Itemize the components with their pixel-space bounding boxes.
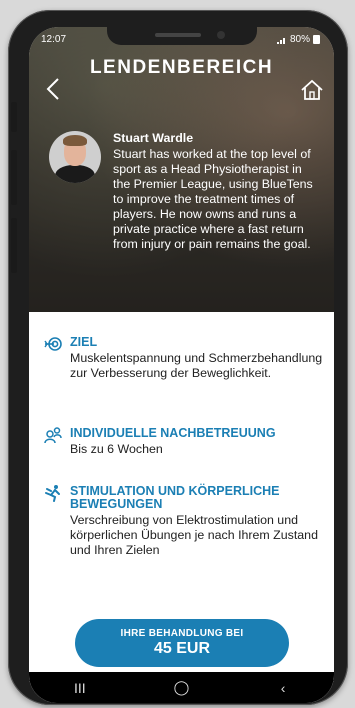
speaker bbox=[154, 33, 201, 37]
people-icon bbox=[44, 427, 62, 444]
therapist-card: Stuart Wardle Stuart has worked at the t… bbox=[49, 131, 319, 252]
battery-icon bbox=[313, 35, 320, 44]
info-item-goal: ZIEL Muskelentspannung und Schmerzbehand… bbox=[44, 336, 334, 381]
target-icon bbox=[44, 337, 62, 351]
avatar bbox=[49, 131, 101, 183]
status-right: 80% bbox=[276, 34, 320, 45]
home-nav-button[interactable]: ◯ bbox=[161, 679, 201, 696]
power-button bbox=[11, 218, 17, 273]
info-text: INDIVIDUELLE NACHBETREUUNG Bis zu 6 Woch… bbox=[70, 427, 328, 457]
signal-icon bbox=[276, 37, 285, 44]
system-nav-bar: III ◯ ‹ bbox=[29, 672, 334, 703]
therapist-bio-text: Stuart has worked at the top level of sp… bbox=[113, 147, 313, 251]
cta-label: IHRE BEHANDLUNG BEI bbox=[120, 628, 244, 639]
info-desc: Bis zu 6 Wochen bbox=[70, 442, 163, 456]
therapist-name: Stuart Wardle bbox=[113, 131, 194, 145]
info-desc: Muskelentspannung und Schmerzbehandlung … bbox=[70, 351, 323, 380]
info-title: ZIEL bbox=[70, 335, 98, 349]
avatar-body bbox=[55, 165, 95, 183]
info-title: STIMULATION UND KÖRPERLICHE BEWEGUNGEN bbox=[70, 484, 280, 511]
hero-section: 12:07 80% LENDENBEREICH Stuart Wardle St… bbox=[29, 27, 334, 312]
info-title: INDIVIDUELLE NACHBETREUUNG bbox=[70, 426, 276, 440]
content-section: ZIEL Muskelentspannung und Schmerzbehand… bbox=[29, 312, 334, 702]
battery-percent: 80% bbox=[289, 34, 310, 45]
notch bbox=[106, 27, 257, 45]
cta-price: 45 EUR bbox=[153, 640, 211, 657]
volume-up-button bbox=[11, 102, 17, 132]
home-button[interactable] bbox=[300, 79, 324, 101]
info-text: STIMULATION UND KÖRPERLICHE BEWEGUNGEN V… bbox=[70, 485, 328, 558]
camera bbox=[216, 31, 225, 39]
info-text: ZIEL Muskelentspannung und Schmerzbehand… bbox=[70, 336, 328, 381]
info-item-aftercare: INDIVIDUELLE NACHBETREUUNG Bis zu 6 Woch… bbox=[44, 427, 334, 457]
status-time: 12:07 bbox=[41, 34, 67, 45]
page-title: LENDENBEREICH bbox=[89, 57, 274, 78]
volume-down-button bbox=[11, 150, 17, 205]
therapist-bio: Stuart Wardle Stuart has worked at the t… bbox=[113, 131, 319, 252]
runner-icon bbox=[45, 485, 60, 502]
home-icon bbox=[301, 79, 323, 100]
recents-button[interactable]: III bbox=[60, 680, 100, 696]
back-nav-button[interactable]: ‹ bbox=[263, 680, 303, 696]
screen: 12:07 80% LENDENBEREICH Stuart Wardle St… bbox=[29, 27, 334, 703]
chevron-left-icon bbox=[46, 78, 59, 100]
avatar-hair bbox=[63, 135, 87, 146]
back-button[interactable] bbox=[41, 75, 65, 103]
info-item-stimulation: STIMULATION UND KÖRPERLICHE BEWEGUNGEN V… bbox=[44, 485, 334, 558]
info-desc: Verschreibung von Elektrostimulation und… bbox=[70, 513, 318, 557]
book-treatment-button[interactable]: IHRE BEHANDLUNG BEI 45 EUR bbox=[75, 619, 289, 667]
